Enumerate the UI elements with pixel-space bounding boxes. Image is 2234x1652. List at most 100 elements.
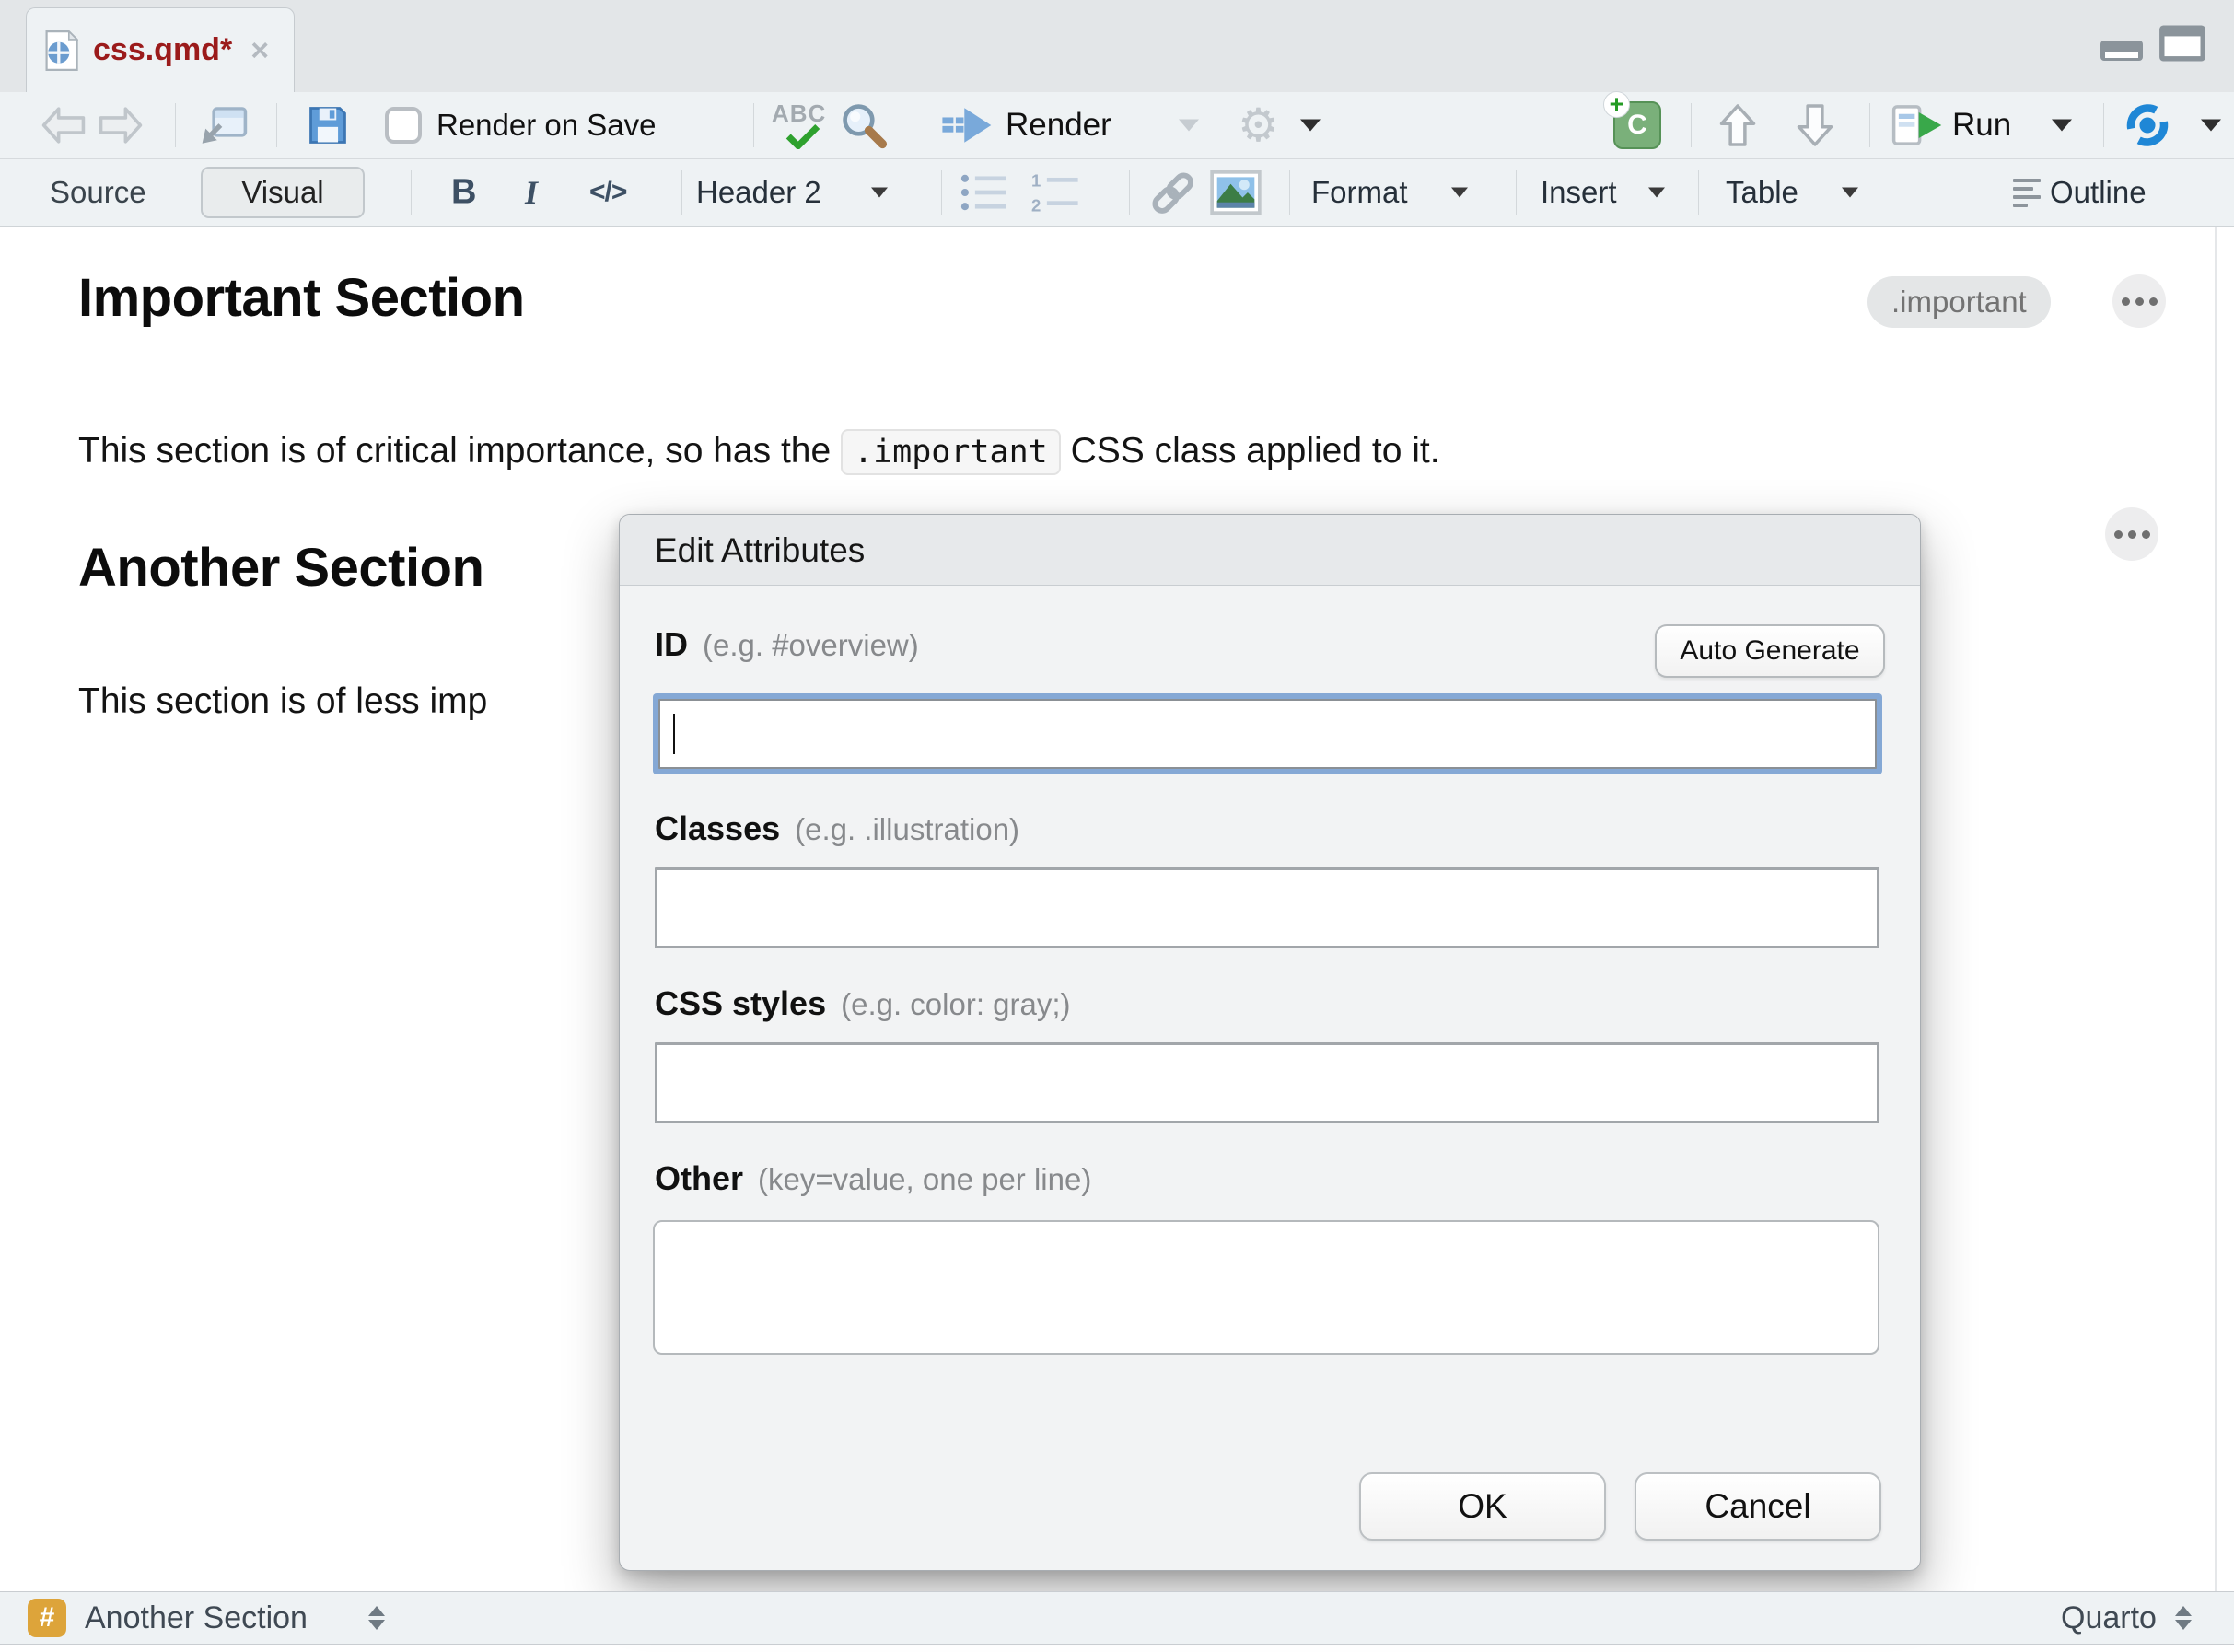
id-input[interactable] — [658, 699, 1877, 769]
format-menu[interactable]: Format — [1311, 175, 1408, 210]
section1-heading[interactable]: Important Section — [78, 267, 525, 329]
ok-button[interactable]: OK — [1359, 1472, 1606, 1541]
section-navigator[interactable]: Another Section — [85, 1592, 308, 1644]
previous-chunk-button[interactable] — [1718, 102, 1757, 148]
render-icon — [939, 104, 993, 146]
publish-button[interactable] — [2123, 101, 2171, 149]
chevron-down-icon — [1179, 120, 1199, 132]
classes-input[interactable] — [655, 867, 1879, 948]
code-button[interactable]: </> — [589, 177, 626, 208]
dialog-title: Edit Attributes — [655, 515, 865, 586]
render-options-dropdown[interactable] — [1179, 120, 1199, 132]
section-navigator-arrows-icon[interactable] — [368, 1606, 385, 1630]
dialog-header[interactable]: Edit Attributes — [620, 515, 1920, 586]
table-menu[interactable]: Table — [1726, 175, 1798, 210]
inline-code: .important — [841, 429, 1061, 475]
visual-mode-toggle[interactable]: Visual — [201, 167, 365, 218]
separator — [1698, 170, 1699, 215]
format-selector-arrows-icon[interactable] — [2175, 1606, 2192, 1630]
maximize-icon[interactable] — [2158, 24, 2206, 63]
image-button[interactable] — [1210, 170, 1262, 215]
minimize-icon[interactable] — [2100, 39, 2144, 63]
run-button[interactable]: Run — [1891, 104, 2011, 146]
separator — [1289, 170, 1290, 215]
separator — [1869, 103, 1870, 147]
source-mode-toggle[interactable]: Source — [50, 175, 146, 210]
down-arrow-icon — [1796, 102, 1834, 148]
heading-select[interactable]: Header 2 — [696, 175, 821, 210]
ellipsis-icon — [2122, 297, 2130, 306]
paragraph-text: CSS class applied to it. — [1061, 431, 1440, 471]
search-icon — [840, 101, 888, 149]
bullet-list-button[interactable] — [960, 171, 1009, 214]
back-arrow-icon — [41, 105, 87, 145]
ellipsis-icon — [2142, 530, 2150, 539]
svg-text:2: 2 — [1031, 195, 1041, 214]
heading-select-caret[interactable] — [871, 188, 888, 198]
settings-button[interactable]: ⚙ — [1238, 102, 1279, 148]
separator — [681, 170, 682, 215]
tab-title: css.qmd* — [93, 32, 232, 68]
run-icon — [1891, 104, 1943, 146]
render-on-save-checkbox[interactable] — [385, 107, 422, 144]
tab-css-qmd[interactable]: css.qmd* × — [26, 7, 295, 92]
popout-button[interactable] — [199, 103, 249, 147]
link-button[interactable] — [1147, 168, 1197, 217]
heading-hash-icon: # — [28, 1599, 66, 1637]
chevron-down-icon — [2052, 120, 2072, 132]
separator — [753, 103, 754, 147]
insert-menu-caret[interactable] — [1648, 188, 1665, 198]
chevron-down-icon — [1842, 188, 1858, 198]
checkbox-icon — [385, 107, 422, 144]
settings-dropdown[interactable] — [1300, 120, 1321, 132]
separator — [276, 103, 277, 147]
attribute-badge[interactable]: .important — [1867, 276, 2051, 328]
section1-paragraph[interactable]: This section is of critical importance, … — [78, 431, 1440, 471]
other-textarea[interactable] — [653, 1220, 1879, 1355]
publish-dropdown[interactable] — [2201, 120, 2221, 132]
table-menu-caret[interactable] — [1842, 188, 1858, 198]
insert-menu[interactable]: Insert — [1541, 175, 1617, 210]
popout-window-icon — [199, 103, 249, 147]
publish-icon — [2123, 101, 2171, 149]
save-button[interactable] — [306, 103, 350, 147]
css-styles-field-label: CSS styles (e.g. color: gray;) — [655, 984, 1071, 1023]
other-field-label: Other (key=value, one per line) — [655, 1159, 1091, 1198]
tab-bar: css.qmd* × — [0, 0, 2234, 92]
find-replace-button[interactable] — [840, 101, 888, 149]
bullet-list-icon — [960, 171, 1009, 214]
main-toolbar: Render on Save ABC Render ⚙ C+ Run — [0, 92, 2234, 159]
render-button[interactable]: Render — [939, 104, 1111, 146]
chevron-down-icon — [1300, 120, 1321, 132]
tab-close-icon[interactable]: × — [250, 35, 269, 66]
next-chunk-button[interactable] — [1796, 102, 1834, 148]
chevron-down-icon — [871, 188, 888, 198]
css-styles-input[interactable] — [655, 1042, 1879, 1123]
separator — [2103, 103, 2104, 147]
quarto-file-icon — [43, 30, 78, 71]
auto-generate-button[interactable]: Auto Generate — [1655, 624, 1885, 678]
format-menu-caret[interactable] — [1451, 188, 1468, 198]
document-format-selector[interactable]: Quarto — [2061, 1592, 2157, 1644]
section2-paragraph[interactable]: This section is of less imp — [78, 681, 487, 722]
image-icon — [1210, 170, 1262, 215]
insert-chunk-button[interactable]: C+ — [1613, 101, 1661, 149]
cancel-label: Cancel — [1705, 1487, 1810, 1526]
numbered-list-button[interactable]: 12 — [1031, 171, 1081, 214]
separator — [175, 103, 176, 147]
id-input-focus-ring — [653, 693, 1882, 774]
section2-options-button[interactable] — [2105, 507, 2158, 561]
spellcheck-button[interactable]: ABC — [772, 99, 832, 151]
classes-field-label: Classes (e.g. .illustration) — [655, 809, 1019, 848]
section1-options-button[interactable] — [2112, 274, 2166, 328]
back-button[interactable] — [41, 105, 87, 145]
id-field-label: ID (e.g. #overview) — [655, 625, 919, 664]
italic-button[interactable]: I — [525, 173, 538, 212]
cancel-button[interactable]: Cancel — [1635, 1472, 1881, 1541]
bold-button[interactable]: B — [451, 173, 476, 213]
outline-toggle[interactable]: Outline — [2013, 175, 2147, 210]
bold-icon: B — [451, 173, 476, 213]
section2-heading[interactable]: Another Section — [78, 537, 483, 599]
forward-button[interactable] — [98, 105, 144, 145]
run-options-dropdown[interactable] — [2052, 120, 2072, 132]
